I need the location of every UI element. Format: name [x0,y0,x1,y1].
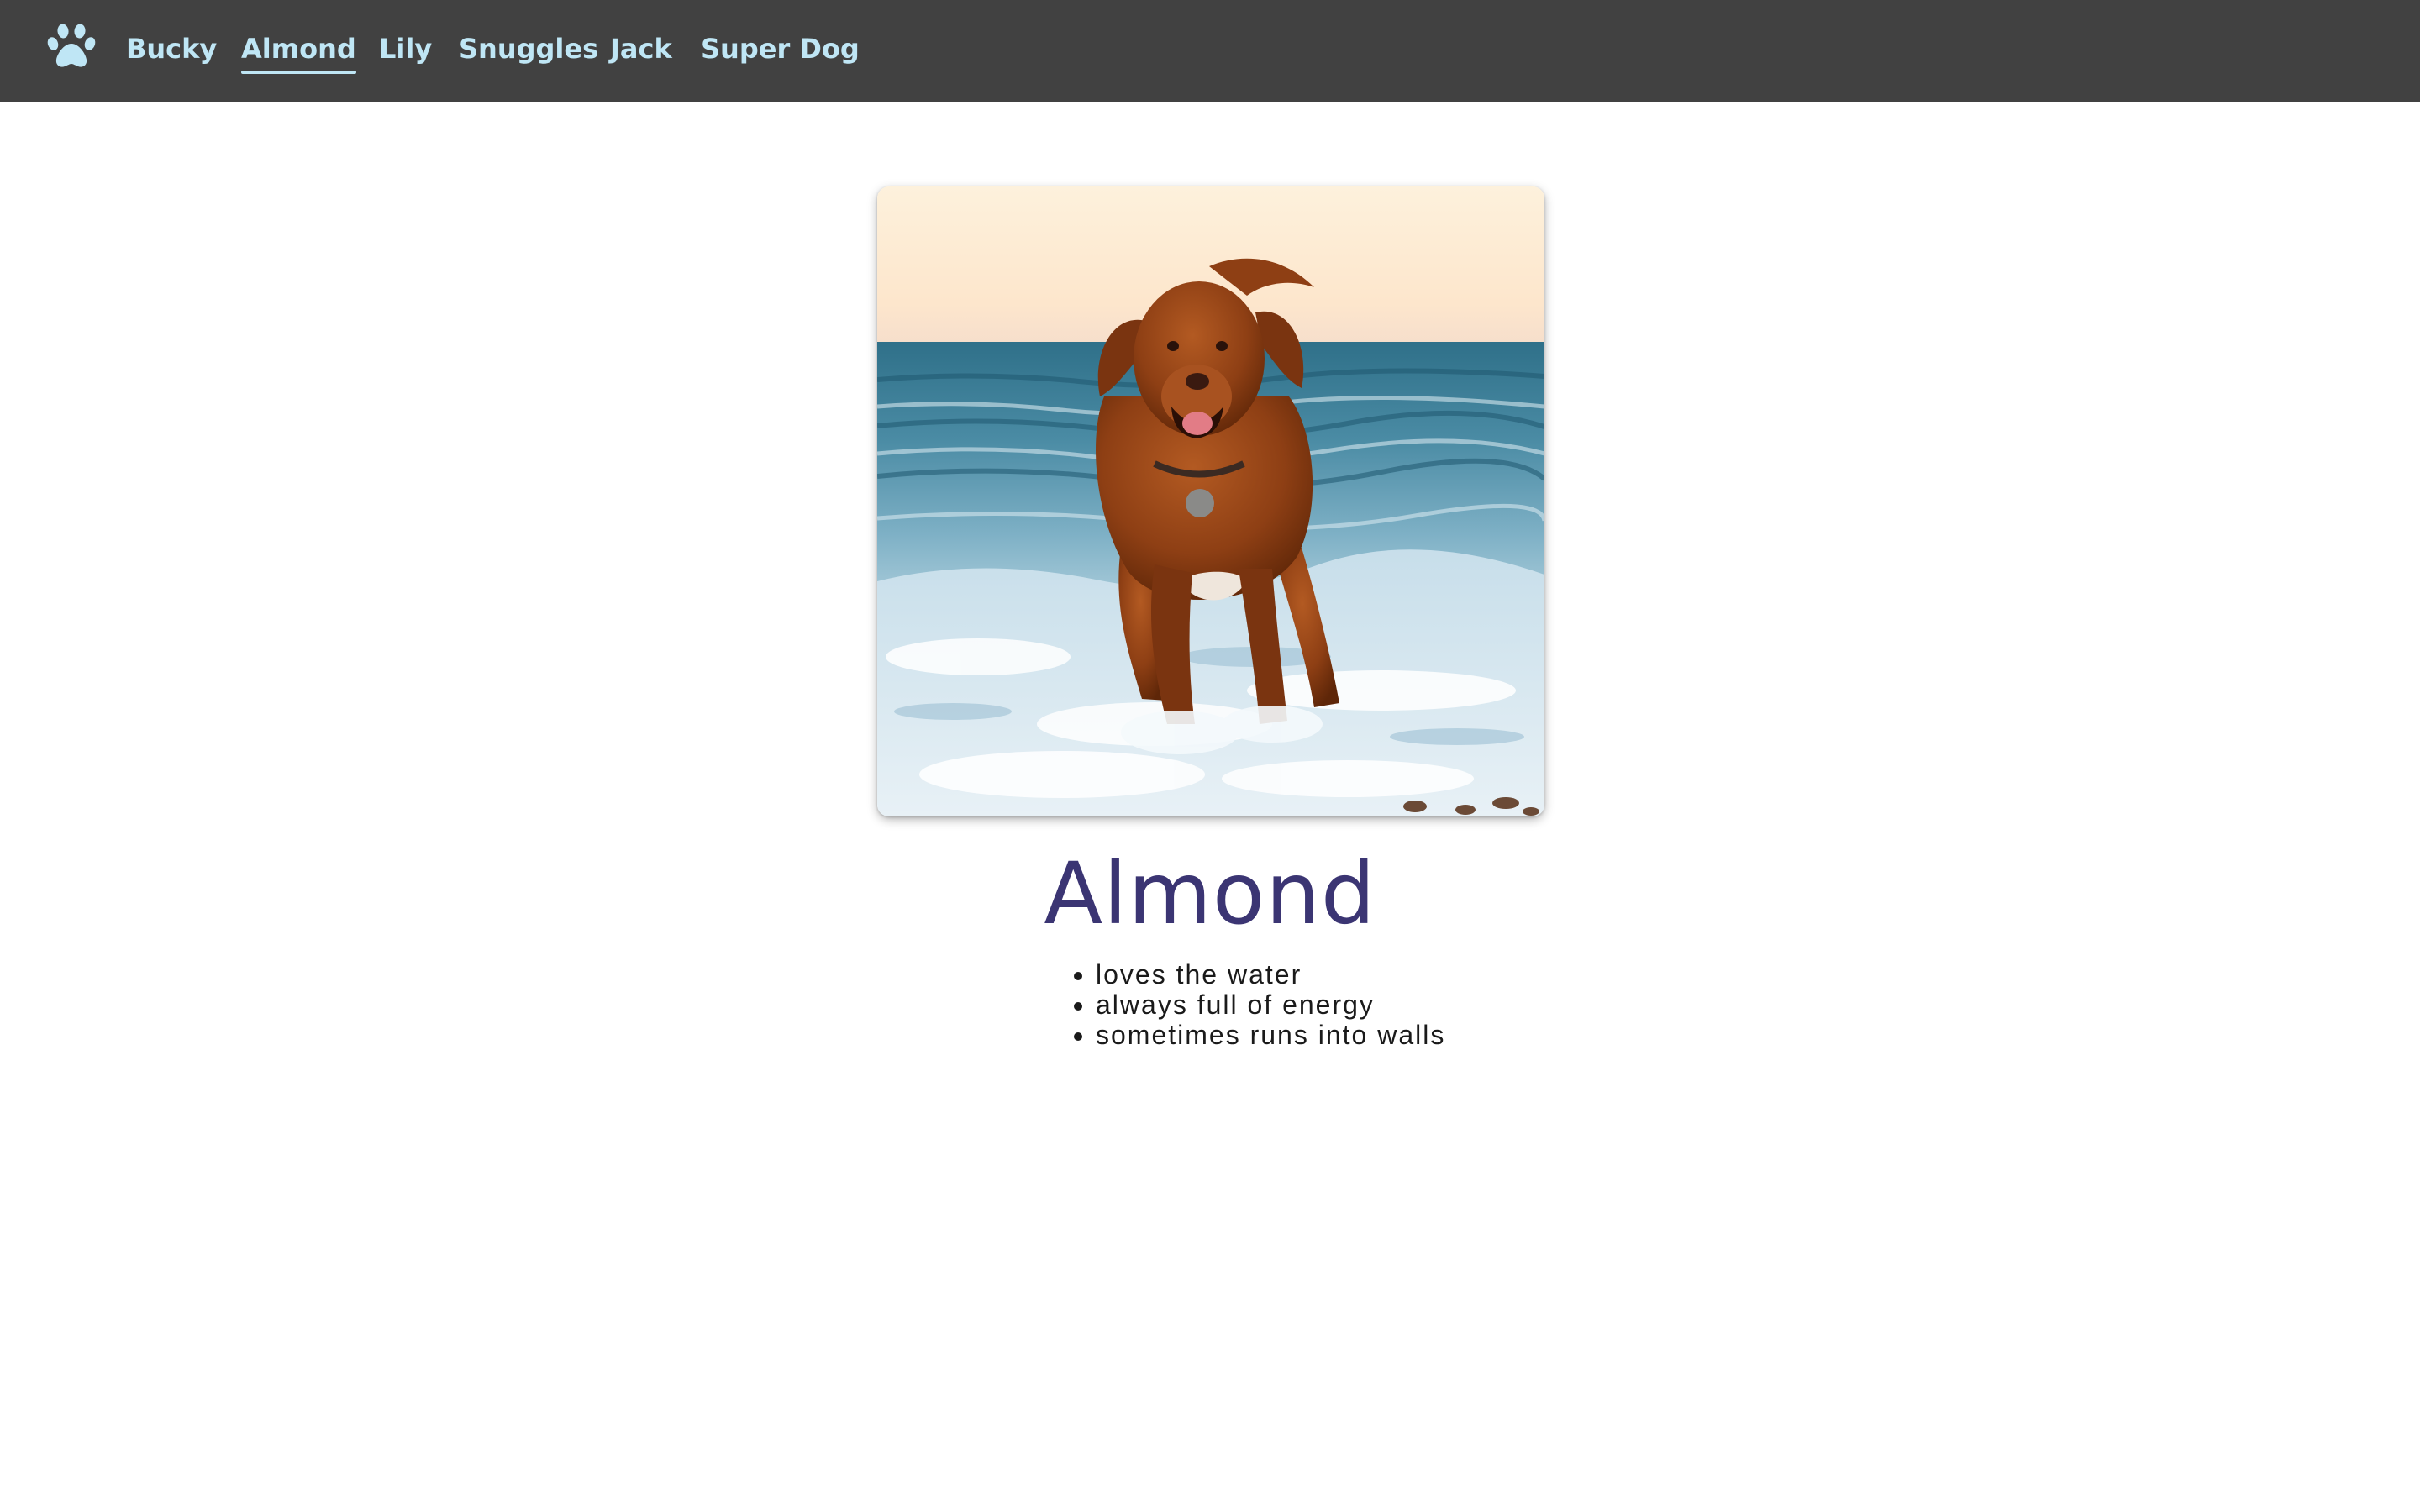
nav-item-bucky[interactable]: Bucky [126,29,217,69]
paw-icon[interactable] [47,24,96,69]
dog-photo-illustration [877,186,1544,816]
list-item: loves the water [1096,959,1445,990]
dog-photo [877,186,1544,816]
nav-item-snuggles[interactable]: Snuggles [459,29,598,69]
top-nav-bar: Bucky Almond Lily Snuggles Jack Super Do… [0,0,2420,102]
dog-name-title: Almond [1044,844,1376,944]
list-item: always full of energy [1096,990,1445,1020]
nav-item-super-dog[interactable]: Super Dog [701,29,860,69]
nav-item-lily[interactable]: Lily [379,29,432,69]
nav-item-almond[interactable]: Almond [241,29,356,74]
nav-item-jack[interactable]: Jack [610,29,672,69]
list-item: sometimes runs into walls [1096,1020,1445,1050]
paw-logo-graphic [47,24,96,67]
traits-list: loves the water always full of energy so… [1060,959,1445,1050]
